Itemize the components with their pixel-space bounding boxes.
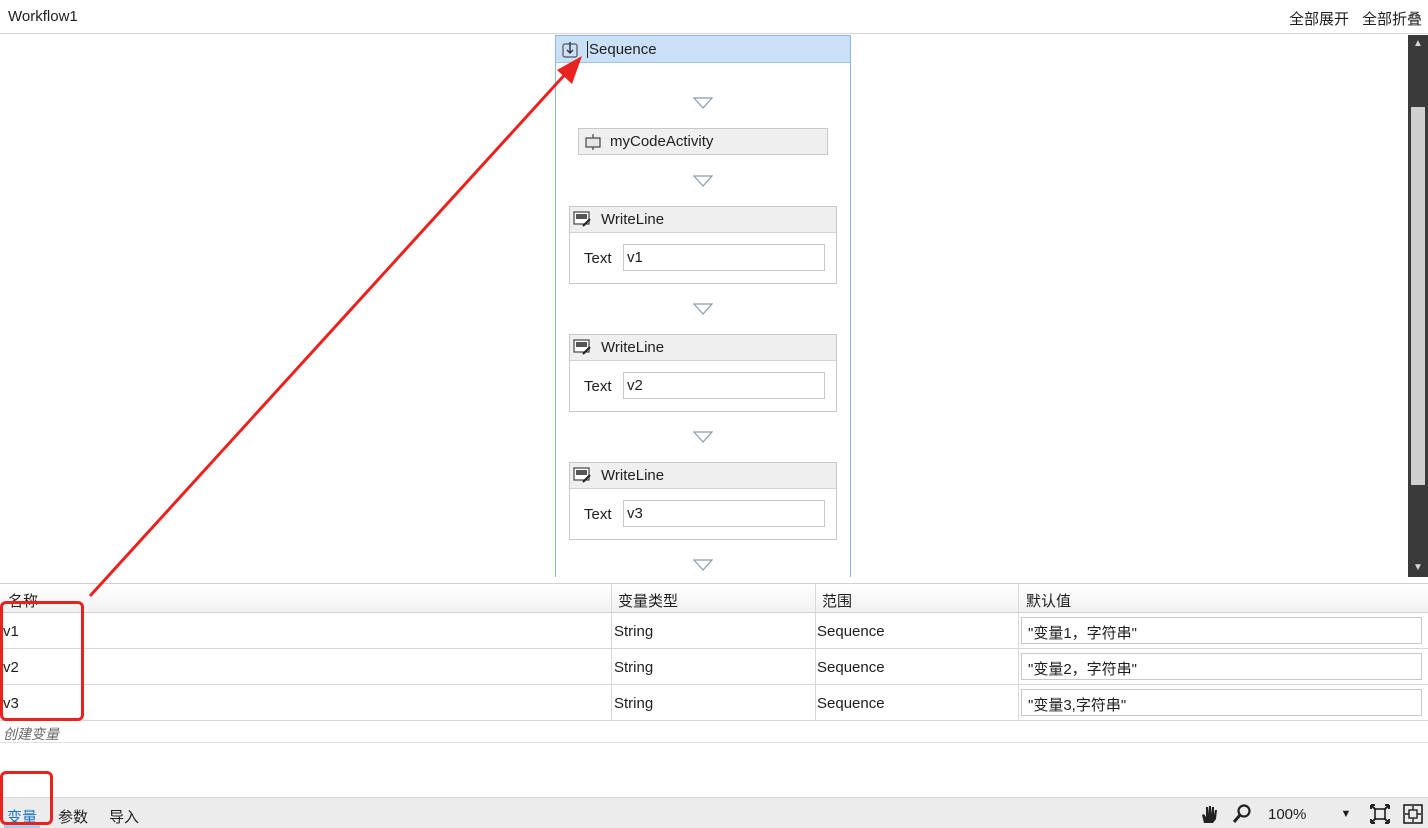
variable-scope[interactable]: Sequence: [817, 623, 885, 640]
variable-scope[interactable]: Sequence: [817, 695, 885, 712]
hand-icon[interactable]: [1198, 803, 1220, 825]
tab-arguments[interactable]: 参数: [58, 806, 88, 827]
vertical-scrollbar[interactable]: ▲ ▼: [1408, 35, 1428, 577]
variables-grid: 名称 变量类型 范围 默认值 v1 String Sequence "变量1，字…: [0, 583, 1428, 797]
column-header-scope[interactable]: 范围: [822, 590, 852, 611]
annotation-box: [0, 771, 53, 825]
annotation-box: [0, 601, 84, 721]
divider: [0, 742, 1428, 743]
table-row[interactable]: v3 String Sequence "变量3,字符串": [0, 685, 1428, 721]
drop-target-arrow[interactable]: [692, 430, 714, 444]
grid-header: 名称 变量类型 范围 默认值: [0, 584, 1428, 613]
expand-all-link[interactable]: 全部展开: [1289, 8, 1349, 29]
writeline-activity[interactable]: WriteLine Text v2: [569, 334, 837, 412]
text-label: Text: [584, 506, 612, 523]
variable-default-input[interactable]: "变量2，字符串": [1021, 653, 1422, 680]
text-input[interactable]: v2: [623, 372, 825, 399]
text-label: Text: [584, 378, 612, 395]
drop-target-arrow[interactable]: [692, 558, 714, 572]
writeline-activity[interactable]: WriteLine Text v3: [569, 462, 837, 540]
writeline-title: WriteLine: [601, 339, 665, 356]
chevron-down-icon[interactable]: ▼: [1335, 803, 1357, 825]
writeline-icon: [573, 211, 591, 227]
designer-bottom-bar: 变量 参数 导入 100% ▼: [0, 797, 1428, 828]
tab-imports[interactable]: 导入: [109, 806, 139, 827]
fit-icon[interactable]: [1369, 803, 1391, 825]
workflow-title: Workflow1: [8, 8, 78, 25]
sequence-icon: [562, 42, 578, 58]
text-input[interactable]: v3: [623, 500, 825, 527]
code-activity-label: myCodeActivity: [610, 133, 714, 150]
table-row[interactable]: v1 String Sequence "变量1，字符串": [0, 613, 1428, 649]
table-row[interactable]: v2 String Sequence "变量2，字符串": [0, 649, 1428, 685]
zoom-icon[interactable]: [1231, 803, 1253, 825]
drop-target-arrow[interactable]: [692, 302, 714, 316]
sequence-header[interactable]: Sequence: [556, 36, 850, 63]
writeline-title: WriteLine: [601, 211, 665, 228]
scroll-up-icon[interactable]: ▲: [1408, 35, 1428, 53]
create-variable-link[interactable]: 创建变量: [3, 724, 59, 744]
drop-target-arrow[interactable]: [692, 96, 714, 110]
text-label: Text: [584, 250, 612, 267]
scroll-down-icon[interactable]: ▼: [1408, 559, 1428, 577]
variable-type[interactable]: String: [614, 659, 653, 676]
variable-scope[interactable]: Sequence: [817, 659, 885, 676]
overview-icon[interactable]: [1402, 803, 1424, 825]
column-header-default[interactable]: 默认值: [1026, 590, 1071, 611]
writeline-header[interactable]: WriteLine: [570, 207, 836, 233]
sequence-title[interactable]: Sequence: [587, 41, 657, 58]
designer-header: Workflow1 全部展开 全部折叠: [0, 0, 1428, 34]
writeline-activity[interactable]: WriteLine Text v1: [569, 206, 837, 284]
variable-default-input[interactable]: "变量1，字符串": [1021, 617, 1422, 644]
zoom-level[interactable]: 100%: [1268, 806, 1306, 823]
drop-target-arrow[interactable]: [692, 174, 714, 188]
code-activity[interactable]: myCodeActivity: [578, 128, 828, 155]
scrollbar-thumb[interactable]: [1411, 107, 1425, 485]
column-header-type[interactable]: 变量类型: [618, 590, 678, 611]
code-activity-icon: [585, 134, 601, 150]
text-input[interactable]: v1: [623, 244, 825, 271]
variable-type[interactable]: String: [614, 623, 653, 640]
writeline-icon: [573, 467, 591, 483]
writeline-header[interactable]: WriteLine: [570, 335, 836, 361]
variable-type[interactable]: String: [614, 695, 653, 712]
writeline-header[interactable]: WriteLine: [570, 463, 836, 489]
writeline-icon: [573, 339, 591, 355]
writeline-title: WriteLine: [601, 467, 665, 484]
variable-default-input[interactable]: "变量3,字符串": [1021, 689, 1422, 716]
sequence-activity[interactable]: Sequence myCodeActivity WriteLine Text v…: [555, 35, 851, 577]
designer-canvas[interactable]: Sequence myCodeActivity WriteLine Text v…: [0, 35, 1408, 577]
collapse-all-link[interactable]: 全部折叠: [1362, 8, 1422, 29]
